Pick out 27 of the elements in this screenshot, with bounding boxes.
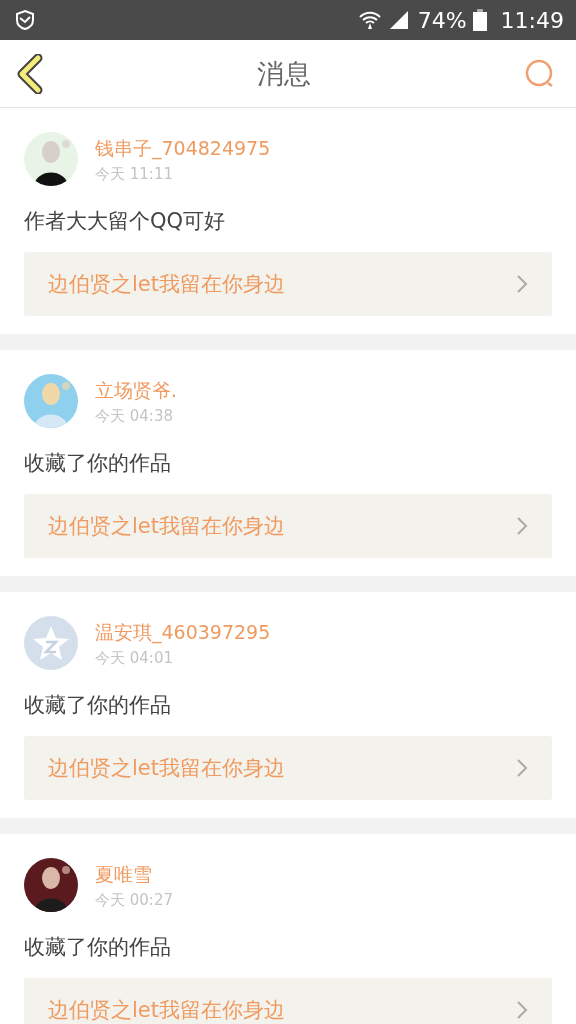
- clock: 11:49: [500, 7, 564, 33]
- page-title: 消息: [257, 56, 311, 91]
- battery-percent: 74%: [417, 7, 467, 33]
- user-name[interactable]: 夏唯雪: [95, 862, 173, 886]
- message-text: 作者大大留个QQ可好: [24, 208, 227, 235]
- message-text: 收藏了你的作品: [24, 934, 172, 961]
- work-link[interactable]: 边伯贤之let我留在你身边: [24, 978, 552, 1024]
- user-name[interactable]: 温安琪_460397295: [95, 620, 271, 644]
- work-link[interactable]: 边伯贤之let我留在你身边: [24, 252, 552, 316]
- timestamp: 今天 04:01: [95, 648, 174, 668]
- wifi-icon: [357, 9, 382, 31]
- chevron-icon: [516, 274, 528, 294]
- user-name[interactable]: 立场贤爷.: [95, 378, 178, 402]
- timestamp: 今天 00:27: [95, 890, 173, 910]
- chevron-icon: [516, 516, 528, 536]
- timestamp: 今天 11:11: [95, 164, 174, 184]
- work-link[interactable]: 边伯贤之let我留在你身边: [24, 736, 552, 800]
- chevron-icon: [516, 758, 528, 778]
- user-name[interactable]: 钱串子_704824975: [95, 136, 271, 160]
- back-button[interactable]: [16, 53, 44, 94]
- message-text: 收藏了你的作品: [24, 692, 172, 719]
- battery-icon: [472, 9, 487, 31]
- default-avatar-icon: [24, 616, 78, 670]
- chevron-icon: [516, 1000, 528, 1020]
- timestamp: 今天 04:38: [95, 406, 174, 426]
- work-link[interactable]: 边伯贤之let我留在你身边: [24, 494, 552, 558]
- message-text: 收藏了你的作品: [24, 450, 172, 477]
